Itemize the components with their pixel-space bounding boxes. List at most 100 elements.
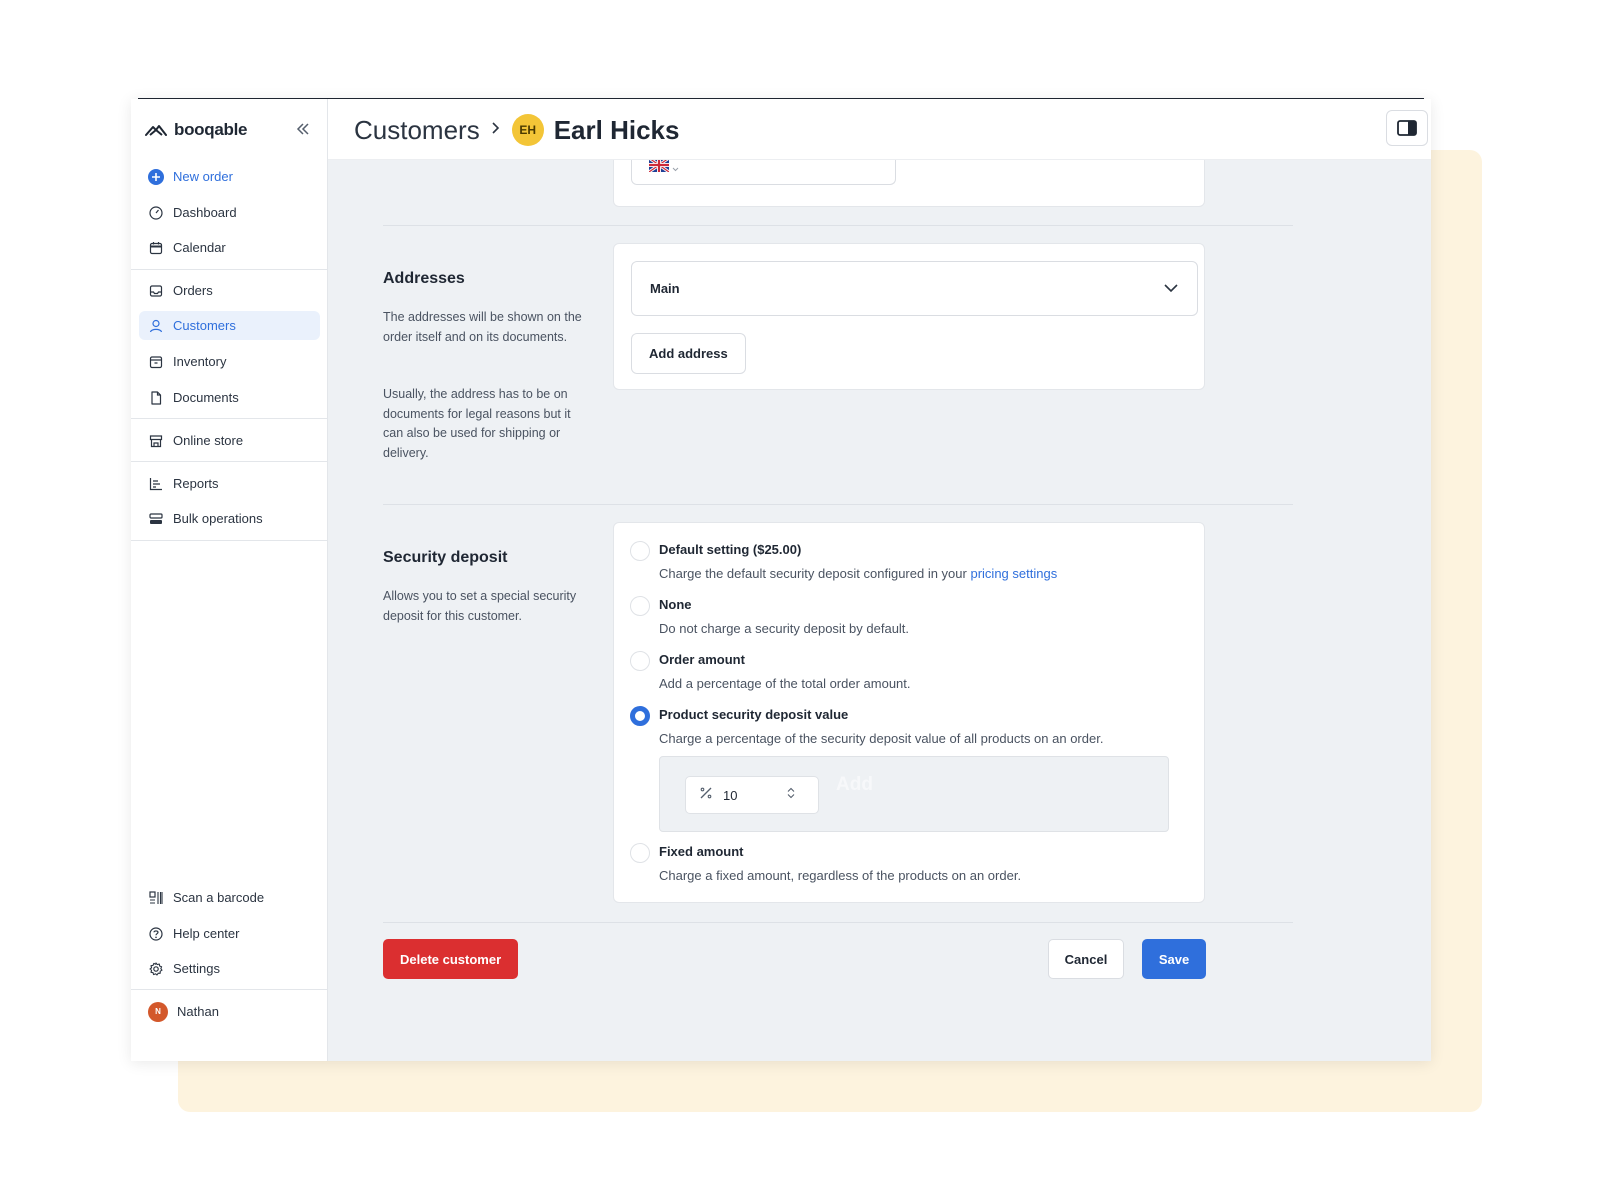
percentage-input[interactable] [723,787,777,803]
calendar-icon [148,240,164,256]
sidebar: booqable New order Dashboard Calendar Or… [131,99,328,1061]
phone-card [613,160,1205,207]
addresses-section-title: Addresses [383,270,465,287]
sidebar-item-settings[interactable]: Settings [139,954,320,983]
delete-customer-button[interactable]: Delete customer [383,939,519,979]
deposit-option-label: Fixed amount [659,844,744,859]
user-name: Nathan [177,1004,219,1019]
deposit-option-label: Default setting ($25.00) [659,542,802,557]
page-title: Earl Hicks [553,114,680,145]
sidebar-panel-icon [1397,119,1417,137]
sidebar-item-bulk-operations[interactable]: Bulk operations [139,504,320,533]
sidebar-item-customers[interactable]: Customers [139,311,320,340]
sidebar-item-label: Reports [173,476,219,491]
deposit-option-label: Order amount [659,652,745,667]
section-divider [383,504,1293,505]
brand-name: booqable [174,120,248,139]
addresses-description-legal: Usually, the address has to be on docume… [383,387,571,460]
deposit-option-radio[interactable] [630,541,650,561]
sidebar-divider [131,461,327,462]
security-deposit-section-title: Security deposit [383,549,508,566]
main-content: Addresses The addresses will be shown on… [328,160,1431,1061]
sidebar-item-label: Orders [173,283,213,298]
deposit-option-radio[interactable] [630,843,650,863]
section-divider [383,225,1293,226]
percent-icon [699,786,713,805]
sidebar-divider [131,418,327,419]
save-button[interactable]: Save [1142,939,1206,979]
collapse-sidebar-button[interactable] [291,117,315,141]
deposit-option-description: Charge a fixed amount, regardless of the… [659,868,1022,883]
sidebar-item-online-store[interactable]: Online store [139,426,320,455]
gauge-icon [148,205,164,221]
chevron-down-icon [672,160,679,177]
bar-chart-icon [148,476,164,492]
stepper-arrows-icon[interactable] [787,786,795,804]
pricing-settings-link[interactable]: pricing settings [970,566,1057,581]
chevron-down-icon [1163,281,1179,296]
new-order-label: New order [173,169,233,184]
sidebar-item-orders[interactable]: Orders [139,276,320,305]
deposit-option-description: Charge a percentage of the security depo… [659,731,1104,746]
uk-flag-icon [648,160,670,177]
breadcrumb: Customers EH Earl Hicks [354,113,679,147]
section-divider [383,922,1293,923]
add-button-ghost[interactable]: Add [836,774,873,796]
sidebar-item-dashboard[interactable]: Dashboard [139,198,320,227]
deposit-option-description-text: Charge the default security deposit conf… [659,566,967,581]
add-address-button[interactable]: Add address [631,333,746,374]
sidebar-item-scan-barcode[interactable]: Scan a barcode [139,883,320,912]
sidebar-item-documents[interactable]: Documents [139,383,320,412]
deposit-option-radio-checked[interactable] [630,706,650,726]
plus-circle-icon [148,168,164,185]
sidebar-divider [131,540,327,541]
document-icon [148,390,164,406]
store-icon [148,433,164,449]
sidebar-divider [131,989,327,990]
layers-icon [148,511,164,527]
breadcrumb-customers-link[interactable]: Customers [354,115,480,146]
deposit-option-radio[interactable] [630,651,650,671]
sidebar-item-label: Help center [173,926,240,941]
deposit-option-description: Add a percentage of the total order amou… [659,676,911,691]
address-select[interactable]: Main [631,261,1198,316]
sidebar-divider [131,269,327,270]
chevrons-left-icon [295,121,311,137]
user-avatar: N [148,1001,168,1022]
barcode-icon [148,890,164,906]
inbox-icon [148,283,164,299]
phone-country-selector[interactable] [631,160,896,185]
percentage-stepper[interactable] [685,776,819,814]
sidebar-item-reports[interactable]: Reports [139,469,320,498]
customer-avatar: EH [511,114,544,146]
deposit-percentage-box: Add [659,756,1169,832]
sidebar-item-help-center[interactable]: Help center [139,919,320,948]
user-icon [148,318,164,334]
deposit-option-radio[interactable] [630,596,650,616]
deposit-option-description: Do not charge a security deposit by defa… [659,621,910,636]
sidebar-item-calendar[interactable]: Calendar [139,233,320,262]
sidebar-item-inventory[interactable]: Inventory [139,347,320,376]
sidebar-item-label: Online store [173,433,244,448]
sidebar-item-label: Inventory [173,354,227,369]
sidebar-item-label: Scan a barcode [173,890,265,905]
chevron-right-icon [490,121,502,140]
toggle-side-panel-button[interactable] [1386,110,1428,146]
cancel-button[interactable]: Cancel [1048,939,1124,979]
gear-icon [148,961,164,977]
sidebar-item-label: Documents [173,390,239,405]
sidebar-item-label: Settings [173,961,220,976]
app-window: booqable New order Dashboard Calendar Or… [131,99,1431,1061]
addresses-description: The addresses will be shown on the order… [383,310,582,344]
deposit-option-label: None [659,597,692,612]
deposit-option-label: Product security deposit value [659,707,849,722]
address-select-value: Main [650,281,680,296]
page-header: Customers EH Earl Hicks [328,99,1431,160]
new-order-button[interactable]: New order [139,162,320,191]
booqable-logo-icon [145,122,167,138]
sidebar-item-label: Customers [173,318,236,333]
security-deposit-card: Default setting ($25.00) Charge the defa… [613,522,1205,903]
user-menu[interactable]: N Nathan [139,997,320,1026]
brand-logo[interactable]: booqable [145,117,247,143]
deposit-option-description: Charge the default security deposit conf… [659,566,1057,581]
